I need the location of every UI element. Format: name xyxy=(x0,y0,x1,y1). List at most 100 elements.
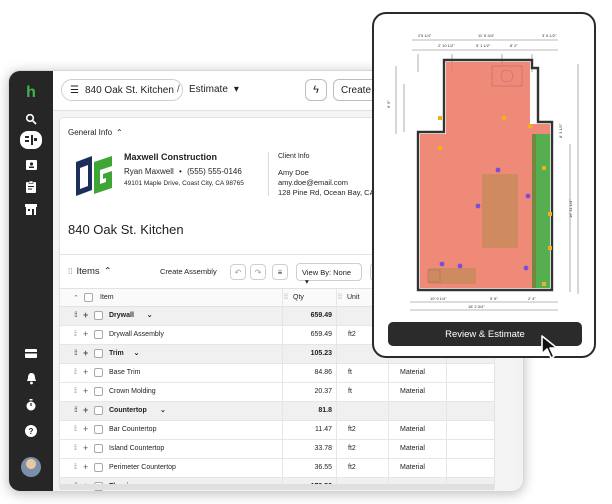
search-icon[interactable] xyxy=(21,109,41,129)
drag-handle-icon[interactable]: ⁞⁞ xyxy=(74,312,78,319)
add-row-icon[interactable]: + xyxy=(83,405,88,415)
drag-handle-icon[interactable]: ⁞⁞ xyxy=(74,426,77,433)
row-checkbox[interactable] xyxy=(94,463,103,472)
drag-handle-icon[interactable]: ⁞⁞ xyxy=(74,464,77,471)
row-unit[interactable]: ft xyxy=(348,369,352,376)
clipboard-icon[interactable] xyxy=(21,177,41,197)
row-type[interactable]: Material xyxy=(400,426,425,433)
table-row[interactable]: ⁞⁞ + Bar Countertop 11.47 ft2 Material xyxy=(60,421,494,440)
select-all-checkbox[interactable] xyxy=(84,293,93,302)
row-name: Crown Molding xyxy=(109,388,156,395)
row-name: Drywall xyxy=(109,312,134,319)
row-unit[interactable]: ft2 xyxy=(348,445,356,452)
items-toggle[interactable]: ⁞⁞ Items ⌃ xyxy=(68,266,112,277)
estimates-icon[interactable] xyxy=(20,131,42,149)
redo-icon: ↷ xyxy=(254,267,262,277)
add-row-icon[interactable]: + xyxy=(83,310,88,320)
dim-bottom-total: 18' 2 3/4" xyxy=(468,304,485,309)
bolt-icon: ϟ xyxy=(313,84,319,96)
row-qty[interactable]: 11.47 xyxy=(298,426,332,433)
timer-icon[interactable] xyxy=(21,395,41,415)
dim-left-a: 6' 9" xyxy=(386,100,391,108)
add-row-icon[interactable]: + xyxy=(83,443,88,453)
row-unit[interactable]: ft xyxy=(348,388,352,395)
collapse-all-icon[interactable]: ⌃ xyxy=(73,294,79,302)
redo-button[interactable]: ↷ xyxy=(250,264,266,280)
add-row-icon[interactable]: + xyxy=(83,367,88,377)
client-email[interactable]: amy.doe@email.com xyxy=(278,178,348,187)
row-unit[interactable]: ft2 xyxy=(348,331,356,338)
menu-icon: ☰ xyxy=(70,84,79,96)
row-qty[interactable]: 36.55 xyxy=(298,464,332,471)
create-assembly-button[interactable]: Create Assembly xyxy=(160,267,217,276)
drag-handle-icon[interactable]: ⁞⁞ xyxy=(74,331,77,338)
bell-icon[interactable] xyxy=(21,369,41,389)
company-contact-name: Ryan Maxwell xyxy=(124,167,174,176)
row-unit[interactable]: ft2 xyxy=(348,464,356,471)
column-header-qty[interactable]: Qty xyxy=(293,294,304,301)
info-divider xyxy=(268,152,269,196)
contact-separator: • xyxy=(179,167,182,176)
items-title-label: Items xyxy=(76,266,100,277)
row-qty[interactable]: 659.49 xyxy=(298,331,332,338)
avatar[interactable] xyxy=(21,457,41,477)
row-checkbox[interactable] xyxy=(94,368,103,377)
drag-handle-icon[interactable]: ⁞⁞ xyxy=(74,369,77,376)
row-type[interactable]: Material xyxy=(400,464,425,471)
row-checkbox[interactable] xyxy=(94,406,103,415)
column-header-unit[interactable]: Unit xyxy=(347,294,359,301)
add-row-icon[interactable]: + xyxy=(83,386,88,396)
undo-button[interactable]: ↶ xyxy=(230,264,246,280)
company-phone: (555) 555-0146 xyxy=(187,167,242,176)
row-checkbox[interactable] xyxy=(94,311,103,320)
row-qty[interactable]: 20.37 xyxy=(298,388,332,395)
table-row[interactable]: ⁞⁞ + Base Trim 84.86 ft Material xyxy=(60,364,494,383)
column-header-item[interactable]: Item xyxy=(100,294,114,301)
drag-handle-icon[interactable]: ⁞⁞ xyxy=(74,388,77,395)
row-qty[interactable]: 84.86 xyxy=(298,369,332,376)
row-type[interactable]: Material xyxy=(400,445,425,452)
sort-button[interactable]: ≡ xyxy=(272,264,288,280)
table-row[interactable]: ⁞⁞ + Perimeter Countertop 36.55 ft2 Material xyxy=(60,459,494,478)
row-checkbox[interactable] xyxy=(94,444,103,453)
inbox-icon[interactable] xyxy=(21,343,41,363)
row-qty[interactable]: 81.8 xyxy=(298,407,332,414)
table-row[interactable]: ⁞⁞ + Island Countertop 33.78 ft2 Material xyxy=(60,440,494,459)
row-checkbox[interactable] xyxy=(94,387,103,396)
add-row-icon[interactable]: + xyxy=(83,462,88,472)
row-qty[interactable]: 105.23 xyxy=(298,350,332,357)
table-row[interactable]: ⁞⁞ + Crown Molding 20.37 ft Material xyxy=(60,383,494,402)
horizontal-scrollbar[interactable] xyxy=(60,484,494,490)
group-row[interactable]: ⁞⁞ + Countertop ⌄ 81.8 xyxy=(60,402,494,421)
add-row-icon[interactable]: + xyxy=(83,424,88,434)
quick-action-button[interactable]: ϟ xyxy=(305,79,327,101)
help-icon[interactable]: ? xyxy=(21,421,41,441)
row-checkbox[interactable] xyxy=(94,349,103,358)
store-icon[interactable] xyxy=(21,199,41,219)
row-checkbox[interactable] xyxy=(94,330,103,339)
brand-logo[interactable]: h xyxy=(21,83,41,103)
drag-handle-icon[interactable]: ⁞⁞ xyxy=(74,445,77,452)
row-checkbox[interactable] xyxy=(94,425,103,434)
drag-handle-icon[interactable]: ⁞⁞ xyxy=(74,407,78,414)
row-qty[interactable]: 659.49 xyxy=(298,312,332,319)
row-qty[interactable]: 33.78 xyxy=(298,445,332,452)
view-by-dropdown[interactable]: View By: None ▾ xyxy=(296,263,362,286)
row-type[interactable]: Material xyxy=(400,388,425,395)
add-row-icon[interactable]: + xyxy=(83,329,88,339)
column-grip-icon[interactable]: ⁞⁞ xyxy=(338,294,342,301)
row-unit[interactable]: ft2 xyxy=(348,426,356,433)
chevron-down-icon[interactable]: ⌄ xyxy=(147,311,153,319)
contacts-icon[interactable] xyxy=(21,155,41,175)
estimate-dropdown[interactable]: Estimate ▾ xyxy=(189,84,239,95)
chevron-down-icon[interactable]: ⌄ xyxy=(134,349,140,357)
project-breadcrumb[interactable]: ☰ 840 Oak St. Kitchen xyxy=(61,79,183,101)
row-type[interactable]: Material xyxy=(400,369,425,376)
dim-right-b: 16' 11 1/4" xyxy=(568,199,573,218)
dim-top-f: 3' 6 1/2" xyxy=(542,33,557,38)
add-row-icon[interactable]: + xyxy=(83,348,88,358)
general-info-toggle[interactable]: General Info ⌃ xyxy=(68,128,123,137)
drag-handle-icon[interactable]: ⁞⁞ xyxy=(74,350,78,357)
chevron-down-icon[interactable]: ⌄ xyxy=(160,406,166,414)
column-grip-icon[interactable]: ⁞⁞ xyxy=(284,294,288,301)
